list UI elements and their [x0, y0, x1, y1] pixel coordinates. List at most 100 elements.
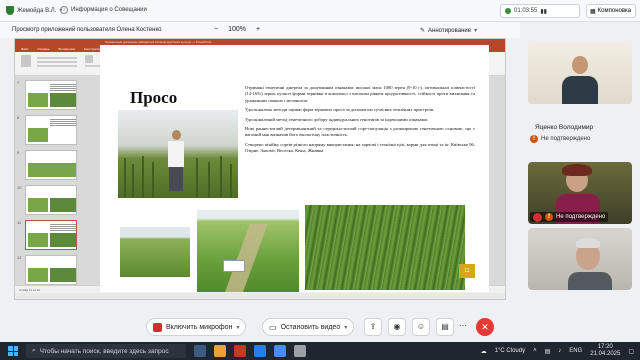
zoom-in-button[interactable]: + [256, 26, 260, 33]
zoom-control: − 100% + [214, 26, 260, 33]
thumb-number: 9 [17, 150, 20, 155]
chat-icon: ▤ [441, 322, 449, 331]
researcher-photo [118, 110, 238, 198]
zoom-value: 100% [228, 26, 246, 33]
slide-thumbnail-selected[interactable] [25, 220, 77, 250]
record-button[interactable]: ◉ [388, 318, 406, 336]
participant-hair [576, 238, 600, 248]
edge-icon[interactable] [254, 345, 266, 357]
signal-icon: ▮▮ [540, 8, 547, 15]
clock-time: 17:20 [597, 344, 613, 350]
leave-meeting-button[interactable]: ✕ [476, 318, 494, 336]
windows-start-icon[interactable] [8, 346, 18, 356]
camera-icon: ▭ [269, 322, 277, 332]
participant-status: ! Не подтверждено [530, 135, 590, 143]
weather-icon: ☁ [480, 348, 487, 355]
participant-status-text: Не подтверждено [556, 214, 606, 220]
grid-icon: ▦ [590, 8, 596, 15]
app-icon[interactable] [234, 345, 246, 357]
clipboard-group [37, 55, 77, 71]
slide-paragraph: Удосконалено методи оцінки форм зернових… [245, 107, 435, 113]
meeting-top-bar: Жемойда В.Л. ▾ i Информация о Совещании … [0, 0, 640, 22]
participant-body [562, 76, 598, 104]
current-slide: Просо Отримані генетичні джерела за дону… [100, 45, 489, 292]
thumb-number: 8 [17, 115, 20, 120]
chevron-down-icon: ▾ [474, 28, 478, 34]
slide-paragraph: Удосконалений метод генетичного добору і… [245, 116, 429, 122]
more-button[interactable]: ⋯ [454, 318, 472, 336]
volume-icon[interactable]: ♪ [558, 348, 561, 354]
share-button[interactable]: ⇪ [364, 318, 382, 336]
thumb-number: 12 [17, 255, 22, 260]
chevron-up-icon[interactable]: ˄ [533, 348, 537, 354]
field-plots-photo [197, 210, 299, 292]
notifications-icon[interactable]: ▢ [628, 348, 634, 355]
annotate-label: Аннотирование [428, 27, 472, 34]
taskbar-search-placeholder: Чтобы начать поиск, введите здесь запрос [39, 347, 169, 355]
more-icon: ⋯ [459, 321, 467, 330]
participant-face [572, 56, 588, 74]
shield-icon [6, 6, 14, 15]
chat-button[interactable]: ▤ [436, 318, 454, 336]
slide-thumbnail[interactable] [25, 185, 77, 215]
participants-button[interactable]: ☺ [412, 318, 430, 336]
slide-paragraph: Нові раннестиглий детермінантний та сере… [245, 126, 475, 138]
app-icon[interactable] [294, 345, 306, 357]
participant-status: ! Не подтверждено [530, 212, 609, 222]
participant-body [568, 272, 612, 290]
file-explorer-icon[interactable] [214, 345, 226, 357]
mic-off-icon [153, 322, 162, 332]
meeting-window: Жемойда В.Л. ▾ i Информация о Совещании … [0, 0, 640, 360]
slide-thumbnail[interactable] [25, 255, 77, 285]
participant-video-tile[interactable] [528, 42, 632, 104]
thumb-number: 10 [17, 185, 22, 190]
slide-thumbnails: 7 8 9 10 11 12 [17, 78, 81, 293]
search-icon: ⌕ [32, 347, 36, 354]
network-icon[interactable]: ▤ [545, 348, 551, 355]
meeting-controls: Включить микрофон ▾ ▭ Остановить видео ▾… [0, 318, 640, 342]
thumb-number: 7 [17, 80, 20, 85]
meeting-info-button[interactable]: i Информация о Совещании [60, 6, 147, 14]
record-icon: ◉ [393, 322, 401, 331]
layout-label: Компоновка [597, 8, 632, 14]
meeting-timer: 01:03:55 ▮▮ [500, 4, 580, 18]
stop-video-button[interactable]: ▭ Остановить видео ▾ [262, 318, 355, 336]
system-tray: ☁ 1°C Cloudy ˄ ▤ ♪ ENG 17:20 21.04.2025 … [481, 344, 634, 358]
participant-video-tile[interactable] [528, 228, 632, 290]
paste-icon[interactable] [21, 55, 31, 71]
participant-name: Яценко Володимир [535, 124, 594, 131]
mic-muted-icon [533, 212, 542, 222]
share-icon: ⇪ [369, 322, 377, 331]
stop-video-label: Остановить видео [280, 323, 341, 331]
system-clock[interactable]: 17:20 21.04.2025 [590, 344, 620, 358]
chevron-down-icon[interactable]: ▾ [236, 324, 239, 331]
share-viewer-header: Просмотр приложений пользователя Олена К… [0, 22, 520, 38]
clock-date: 21.04.2025 [590, 351, 621, 357]
meeting-info-label: Информация о Совещании [71, 7, 147, 13]
chevron-down-icon[interactable]: ▾ [344, 324, 347, 331]
windows-taskbar: ⌕ Чтобы начать поиск, введите здесь запр… [0, 342, 640, 360]
warning-icon: ! [545, 213, 553, 221]
pencil-icon: ✎ [420, 28, 426, 34]
slide-paragraph: Отримані генетичні джерела за донуванням… [245, 85, 475, 103]
slide-paragraph: Створено пінійку сортів різного напряму … [245, 141, 475, 154]
weather-text[interactable]: 1°C Cloudy [495, 348, 525, 354]
zoom-out-button[interactable]: − [214, 26, 218, 33]
info-icon: i [60, 6, 68, 14]
participant-status-text: Не подтверждено [541, 136, 591, 142]
host-user-name: Жемойда В.Л. [17, 7, 57, 14]
unmute-label: Включить микрофон [166, 323, 233, 331]
task-view-icon[interactable] [194, 345, 206, 357]
slide-title: Просо [130, 88, 178, 107]
zoom-app-icon[interactable] [274, 345, 286, 357]
unmute-button[interactable]: Включить микрофон ▾ [146, 318, 247, 336]
slide-thumbnail[interactable] [25, 150, 77, 180]
taskbar-search[interactable]: ⌕ Чтобы начать поиск, введите здесь запр… [26, 344, 186, 358]
thumb-number: 11 [17, 220, 22, 225]
host-user[interactable]: Жемойда В.Л. ▾ [6, 6, 62, 15]
annotate-button[interactable]: ✎ Аннотирование ▾ [420, 27, 478, 35]
slide-thumbnail[interactable] [25, 115, 77, 145]
language-indicator[interactable]: ENG [569, 348, 582, 354]
slide-thumbnail[interactable] [25, 80, 77, 110]
layout-button[interactable]: ▦ Компоновка [586, 4, 636, 18]
